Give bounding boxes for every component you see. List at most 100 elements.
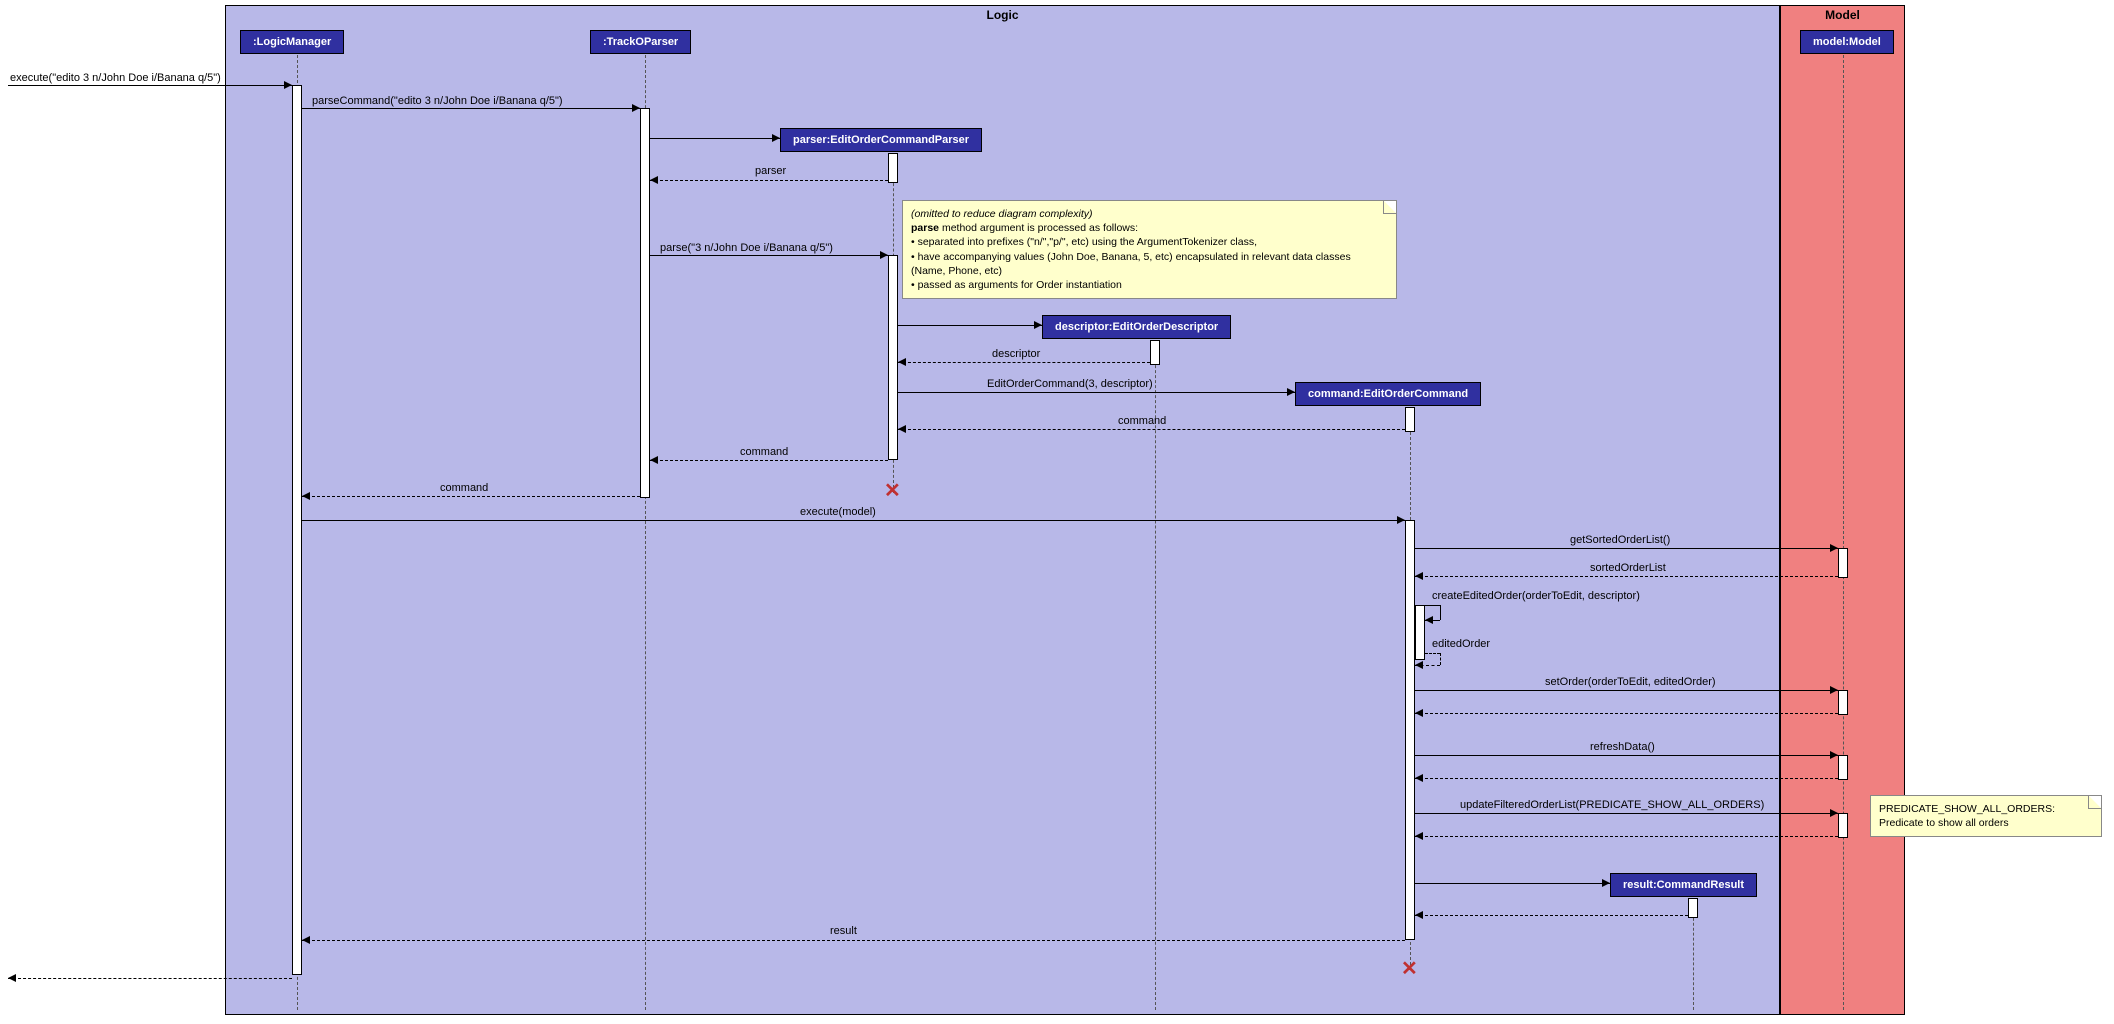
activation-model-1 [1838,548,1848,578]
participant-tracko-parser: :TrackOParser [590,30,691,54]
arrowhead-parse [880,251,888,259]
activation-tracko-parser [640,108,650,498]
arrow-create-result [1415,883,1610,884]
logic-frame: Logic [225,5,1780,1015]
arrow-descriptor-ret [898,362,1150,363]
lifeline-descriptor [1155,340,1156,1010]
note-predicate: PREDICATE_SHOW_ALL_ORDERS: Predicate to … [1870,795,2102,837]
arrowhead-command-ret-3 [302,492,310,500]
arrowhead-command-ret-1 [898,425,906,433]
arrow-return-outside [8,978,292,979]
participant-logic-manager: :LogicManager [240,30,344,54]
arrow-create-edited-out [1415,605,1440,606]
destroy-edit-parser: ✕ [884,478,901,503]
arrowhead-create-edited [1425,616,1433,624]
msg-edit-order-cmd: EditOrderCommand(3, descriptor) [987,378,1153,390]
msg-parse-command: parseCommand("edito 3 n/John Doe i/Banan… [312,95,563,107]
arrow-get-sorted [1415,548,1838,549]
arrowhead-execute-1 [284,81,292,89]
msg-result-ret: result [830,925,857,937]
note-omitted-b2: • have accompanying values (John Doe, Ba… [911,251,1351,277]
arrow-set-order [1415,690,1838,691]
arrowhead-update-filtered-ret [1415,832,1423,840]
arrowhead-edited-order-ret [1415,661,1423,669]
arrowhead-create-descriptor [1034,321,1042,329]
logic-frame-label: Logic [979,6,1027,24]
arrowhead-create-editparser [772,134,780,142]
msg-update-filtered: updateFilteredOrderList(PREDICATE_SHOW_A… [1460,799,1764,811]
participant-edit-parser: parser:EditOrderCommandParser [780,128,982,152]
arrowhead-sorted-ret [1415,572,1423,580]
arrowhead-return-outside [8,974,16,982]
arrow-parse [650,255,888,256]
arrowhead-parse-command [632,104,640,112]
arrow-refresh-data-ret [1415,778,1838,779]
note-omitted: (omitted to reduce diagram complexity) p… [902,200,1397,299]
note-omitted-b3: • passed as arguments for Order instanti… [911,279,1122,291]
note-omitted-b1: • separated into prefixes ("n/","p/", et… [911,236,1257,248]
arrowhead-set-order [1830,686,1838,694]
activation-command-2 [1405,520,1415,940]
note-predicate-line2: Predicate to show all orders [1879,817,2009,829]
msg-command-ret-1: command [1118,415,1166,427]
activation-result [1688,898,1698,918]
msg-descriptor-ret: descriptor [992,348,1040,360]
arrow-sorted-ret [1415,576,1838,577]
activation-descriptor [1150,340,1160,365]
arrow-create-edited-down [1440,605,1441,620]
arrow-execute-model [302,520,1405,521]
arrow-set-order-ret [1415,713,1838,714]
arrowhead-set-order-ret [1415,709,1423,717]
arrow-parser-ret [650,180,888,181]
participant-model: model:Model [1800,30,1894,54]
arrow-parse-command [302,108,640,109]
msg-set-order: setOrder(orderToEdit, editedOrder) [1545,676,1716,688]
note-predicate-line1: PREDICATE_SHOW_ALL_ORDERS: [1879,803,2055,815]
arrowhead-result-to-lm [302,936,310,944]
model-frame-label: Model [1817,6,1868,24]
msg-command-ret-3: command [440,482,488,494]
arrow-command-ret-3 [302,496,640,497]
arrowhead-result-ret [1415,911,1423,919]
msg-sorted-ret: sortedOrderList [1590,562,1666,574]
note-omitted-line2a: parse [911,222,939,234]
arrowhead-refresh-data [1830,751,1838,759]
msg-execute-1: execute("edito 3 n/John Doe i/Banana q/5… [10,72,221,84]
arrow-edited-order-ret-down [1440,653,1441,665]
activation-model-3 [1838,755,1848,780]
msg-execute-model: execute(model) [800,506,876,518]
activation-edit-parser-1 [888,153,898,183]
msg-parse: parse("3 n/John Doe i/Banana q/5") [660,242,833,254]
arrowhead-update-filtered [1830,809,1838,817]
arrow-command-ret-1 [898,429,1405,430]
arrowhead-command-ret-2 [650,456,658,464]
arrowhead-execute-model [1397,516,1405,524]
arrowhead-edit-order-cmd [1287,388,1295,396]
arrowhead-get-sorted [1830,544,1838,552]
arrowhead-refresh-data-ret [1415,774,1423,782]
activation-logic-manager [292,85,302,975]
note-omitted-line1: (omitted to reduce diagram complexity) [911,208,1093,220]
destroy-command: ✕ [1401,956,1418,981]
msg-create-edited: createEditedOrder(orderToEdit, descripto… [1432,590,1640,602]
msg-edited-order-ret: editedOrder [1432,638,1490,650]
activation-model-2 [1838,690,1848,715]
arrow-refresh-data [1415,755,1838,756]
msg-parser-ret: parser [755,165,786,177]
lifeline-model [1843,55,1844,1010]
arrow-create-descriptor [898,325,1042,326]
arrow-result-to-lm [302,940,1405,941]
activation-command-self [1415,605,1425,660]
arrow-update-filtered-ret [1415,836,1838,837]
activation-model-4 [1838,813,1848,838]
arrow-result-ret [1415,915,1688,916]
arrowhead-create-result [1602,879,1610,887]
msg-get-sorted: getSortedOrderList() [1570,534,1670,546]
arrow-edit-order-cmd [898,392,1295,393]
arrow-edited-order-ret-out [1425,653,1440,654]
participant-command: command:EditOrderCommand [1295,382,1481,406]
arrow-command-ret-2 [650,460,888,461]
arrowhead-descriptor-ret [898,358,906,366]
msg-refresh-data: refreshData() [1590,741,1655,753]
msg-command-ret-2: command [740,446,788,458]
